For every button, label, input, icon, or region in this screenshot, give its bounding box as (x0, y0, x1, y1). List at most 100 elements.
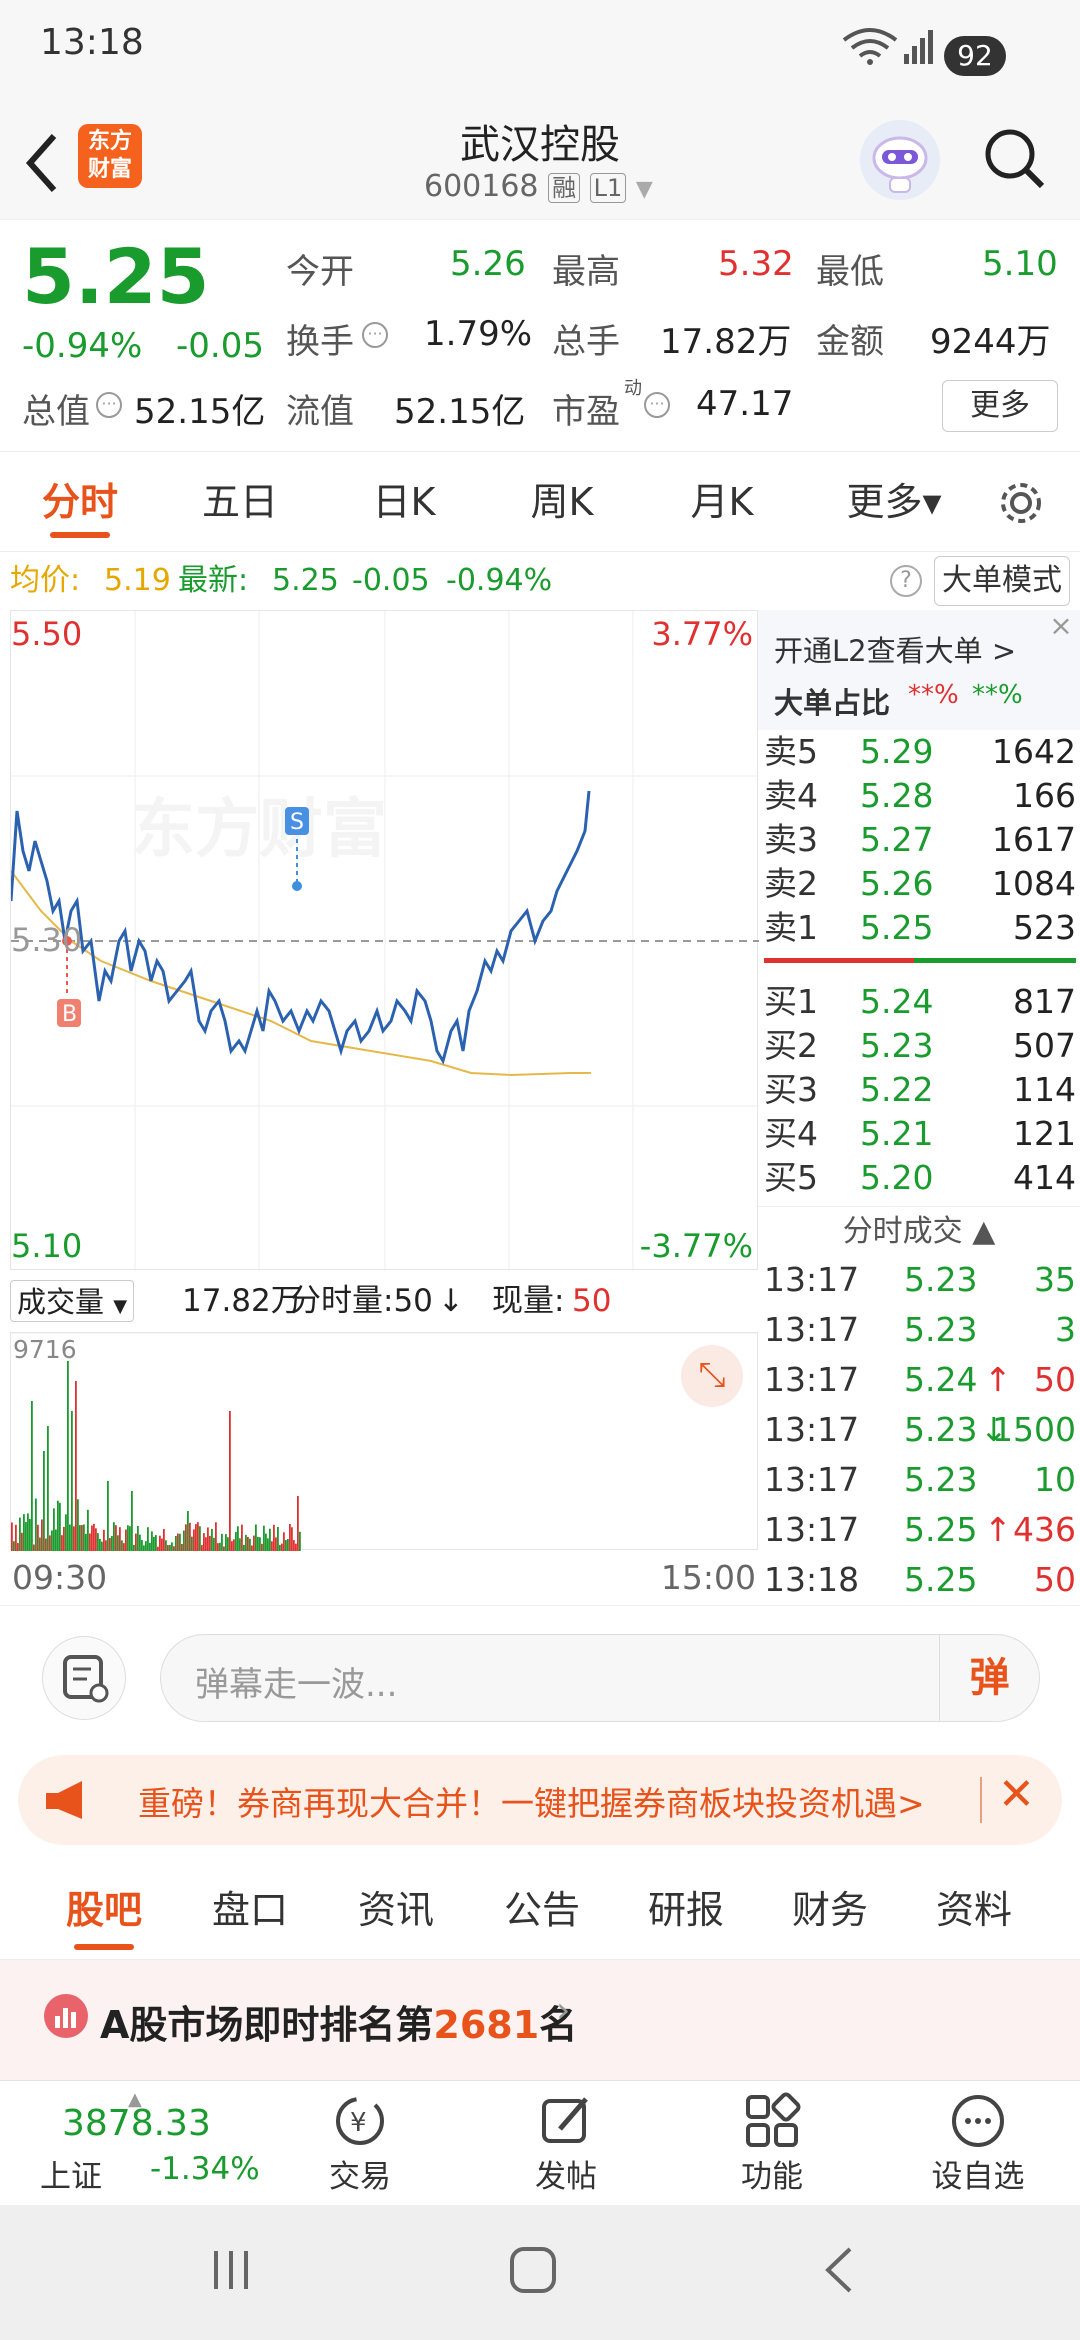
tab-news[interactable]: 资讯 (336, 1860, 456, 1960)
index-widget[interactable]: ▲ 3878.33 上证 -1.34% (40, 2081, 260, 2206)
trade-time: 13:18 (764, 1560, 860, 1599)
volume-bar (117, 1535, 119, 1551)
trade-volume: 436 (1013, 1510, 1076, 1549)
amount-label: 金额 (816, 322, 884, 362)
ask-volume: 166 (1013, 776, 1076, 815)
volume-max: 9716 (13, 1335, 77, 1364)
volume-bar (203, 1533, 205, 1551)
volume-bar (41, 1519, 43, 1551)
volume-bar (189, 1522, 191, 1551)
notice-divider (980, 1777, 982, 1823)
mcap-value: 52.15亿 (134, 392, 266, 432)
tab-monthly-k[interactable]: 月K (662, 452, 782, 552)
avg-price-label: 均价: (10, 563, 81, 598)
close-icon[interactable]: × (1046, 612, 1076, 642)
recent-apps-icon[interactable] (206, 2245, 256, 2295)
volume-bar (19, 1517, 21, 1551)
ask-row: 卖5 5.29 1642 (764, 730, 1076, 774)
volume-bar (23, 1514, 25, 1551)
status-time: 13:18 (40, 22, 144, 63)
notice-banner[interactable]: 重磅！券商再现大合并！一键把握券商板块投资机遇> ✕ (18, 1755, 1062, 1845)
more-button[interactable]: 更多 (942, 380, 1058, 432)
ask-level: 卖5 (764, 732, 818, 771)
bid-level: 买4 (764, 1114, 818, 1153)
volume-bar (129, 1526, 131, 1551)
big-order-mode-button[interactable]: 大单模式 (934, 556, 1070, 606)
volume-bar (247, 1536, 249, 1551)
trade-label: 交易 (329, 2159, 391, 2195)
functions-button[interactable]: 功能 (702, 2081, 842, 2206)
add-watchlist-button[interactable]: 设自选 (908, 2081, 1048, 2206)
trade-button[interactable]: ¥ 交易 (290, 2081, 430, 2206)
robot-assistant-icon[interactable] (860, 120, 940, 200)
trade-row: 13:17 5.25 ↑ 436 (764, 1508, 1076, 1552)
trade-row: 13:17 5.23 35 (764, 1258, 1076, 1302)
info-icon[interactable]: ··· (96, 392, 122, 418)
close-icon[interactable]: ✕ (998, 1769, 1035, 1820)
volume-bar (257, 1536, 259, 1551)
search-icon[interactable] (980, 124, 1050, 194)
tab-market[interactable]: 盘口 (190, 1860, 310, 1960)
bid-level: 买3 (764, 1070, 818, 1109)
expand-icon[interactable]: ⤡ (681, 1345, 743, 1407)
megaphone-icon (46, 1781, 82, 1819)
volume-bar (283, 1532, 285, 1551)
intraday-chart[interactable]: 东方财富 B S 5.50 3.77% 5.30 5.10 -3.77% (9, 610, 759, 1271)
info-icon[interactable]: ··· (644, 392, 670, 418)
low-value: 5.10 (982, 244, 1058, 284)
volume-label: 总手 (552, 322, 620, 362)
volume-chart[interactable]: 9716 ⤡ (10, 1332, 759, 1551)
open-value: 5.26 (450, 244, 526, 284)
danmu-list-icon[interactable] (42, 1636, 126, 1720)
order-book-panel: 开通L2查看大单 > × 大单占比 **% **% 卖5 5.29 1642 卖4 5… (758, 610, 1080, 1610)
ask-volume: 1084 (992, 864, 1076, 903)
stock-code-line[interactable]: 600168 融 L1 ▼ (424, 168, 653, 204)
trade-row: 13:17 5.24 ↑ 50 (764, 1358, 1076, 1402)
settings-gear-icon[interactable] (996, 478, 1046, 528)
latest-label: 最新: (178, 563, 249, 598)
volume-bar (299, 1531, 301, 1551)
trade-row: 13:17 5.23 ↓ 1500 (764, 1408, 1076, 1452)
tab-profile[interactable]: 资料 (914, 1860, 1034, 1960)
help-icon[interactable]: ? (890, 565, 922, 597)
watermark: 东方财富 (131, 793, 387, 867)
indicator-select[interactable]: 成交量 ▼ (10, 1280, 135, 1322)
time-end: 15:00 (660, 1558, 756, 1597)
add-watchlist-label: 设自选 (931, 2159, 1025, 2195)
l2-link[interactable]: 开通L2查看大单 > (774, 628, 1016, 670)
now-volume-label: 现量: (492, 1283, 565, 1319)
info-icon[interactable]: ··· (362, 322, 388, 348)
post-button[interactable]: 发帖 (496, 2081, 636, 2206)
trade-volume: 35 (1034, 1260, 1076, 1299)
volume-bar (53, 1508, 55, 1551)
nav-back-icon[interactable] (820, 2245, 860, 2295)
latest-change: -0.05 (352, 563, 430, 598)
news-tabs: 股吧 盘口 资讯 公告 研报 财务 资料 (0, 1860, 1080, 1960)
margin-tag: 融 (548, 173, 581, 203)
volume-bars (11, 1332, 759, 1551)
open-label: 今开 (286, 252, 354, 292)
tab-finance[interactable]: 财务 (770, 1860, 890, 1960)
ask-level: 卖3 (764, 820, 818, 859)
volume-bar (291, 1527, 293, 1551)
volume-bar (277, 1526, 279, 1551)
tab-daily-k[interactable]: 日K (344, 452, 464, 552)
rank-banner[interactable]: A股市场即时排名第2681名 › (0, 1960, 1080, 2080)
tab-more[interactable]: 更多▾ (834, 452, 954, 552)
trade-time: 13:17 (764, 1510, 860, 1549)
trades-header[interactable]: 分时成交 ▲ (758, 1206, 1080, 1256)
home-icon[interactable] (508, 2245, 558, 2295)
tab-research[interactable]: 研报 (626, 1860, 746, 1960)
tab-indicator (74, 1944, 134, 1950)
bid-volume: 817 (1013, 982, 1076, 1021)
tab-announcements[interactable]: 公告 (482, 1860, 602, 1960)
trade-volume: 50 (1034, 1560, 1076, 1599)
danmu-input[interactable]: 弹幕走一波... 弹 (160, 1634, 1040, 1722)
tab-five-day[interactable]: 五日 (180, 452, 300, 552)
ask-level: 卖4 (764, 776, 818, 815)
danmu-send-button[interactable]: 弹 (939, 1635, 1039, 1721)
volume-bar (185, 1524, 187, 1551)
more-dots-icon (952, 2095, 1004, 2147)
volume-bar (89, 1533, 91, 1551)
tab-weekly-k[interactable]: 周K (502, 452, 622, 552)
